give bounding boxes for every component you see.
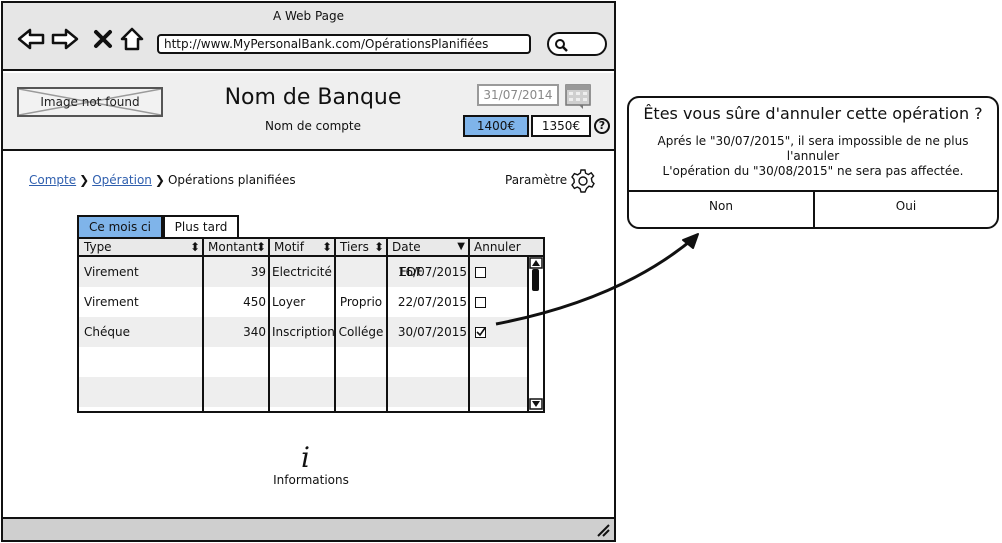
search-icon	[555, 39, 568, 52]
sort-icon: ⬍	[321, 240, 332, 254]
confirm-cancel-dialog: Êtes vous sûre d'annuler cette opération…	[627, 96, 999, 229]
column-header-annuler: Annuler	[469, 239, 543, 257]
cell-type: Virement	[84, 265, 139, 279]
dialog-message-line: Aprés le "30/07/2015", il sera impossibl…	[657, 134, 969, 148]
column-divider	[202, 239, 204, 411]
sort-descending-icon: ▼	[457, 241, 465, 252]
bank-name: Nom de Banque	[224, 85, 402, 110]
sort-icon: ⬍	[255, 240, 266, 254]
bank-header: Image not found Nom de Banque Nom de com…	[3, 73, 614, 151]
tab-ce-mois-ci[interactable]: Ce mois ci	[77, 215, 163, 237]
column-header-label: Date	[392, 240, 421, 254]
column-divider	[468, 239, 470, 411]
settings-label[interactable]: Paramètre	[505, 173, 567, 187]
cancel-checkbox-checked[interactable]	[475, 327, 486, 338]
date-field[interactable]: 31/07/2014	[477, 84, 559, 106]
sort-icon: ⬍	[373, 240, 384, 254]
cell-motif: Electricité	[272, 265, 332, 279]
back-arrow-icon[interactable]	[17, 25, 45, 53]
sort-icon: ⬍	[189, 240, 200, 254]
cancel-checkbox[interactable]	[475, 267, 486, 278]
stop-x-icon[interactable]	[89, 25, 117, 53]
forward-arrow-icon[interactable]	[51, 25, 79, 53]
breadcrumb-current: Opérations planifiées	[167, 173, 296, 187]
column-header-date[interactable]: Date ▼	[387, 239, 469, 257]
cancel-checkbox[interactable]	[475, 297, 486, 308]
browser-search-field[interactable]	[547, 32, 607, 56]
table-row	[79, 377, 527, 407]
cell-motif: Inscription	[272, 325, 334, 339]
info-icon[interactable]: i	[301, 443, 310, 473]
calendar-icon[interactable]	[565, 82, 591, 113]
breadcrumb-link-compte[interactable]: Compte	[29, 173, 76, 187]
checkmark-icon	[476, 327, 486, 337]
image-placeholder-text: Image not found	[40, 95, 140, 109]
breadcrumb-separator-icon: ❯	[154, 173, 165, 187]
column-header-label: Type	[84, 240, 112, 254]
balance-primary-button[interactable]: 1400€	[463, 115, 529, 137]
cell-tiers: Collége	[338, 325, 384, 339]
cell-date: 30/07/2015	[397, 325, 467, 339]
tab-plus-tard[interactable]: Plus tard	[163, 215, 239, 237]
column-header-motif[interactable]: Motif ⬍	[269, 239, 335, 257]
cell-montant: 340	[243, 325, 266, 339]
dialog-message-line: L'opération du "30/08/2015" ne sera pas …	[662, 164, 964, 178]
breadcrumb-separator-icon: ❯	[79, 173, 90, 187]
dialog-yes-button[interactable]: Oui	[815, 192, 997, 227]
cell-type: Chéque	[84, 325, 130, 339]
cell-tiers: Proprio	[339, 295, 383, 309]
breadcrumb-link-operation[interactable]: Opération	[92, 173, 152, 187]
resize-handle-icon[interactable]	[594, 521, 610, 537]
column-header-label: Tiers	[340, 240, 369, 254]
table-row	[79, 347, 527, 377]
info-label: Informations	[273, 473, 349, 487]
dialog-no-button[interactable]: Non	[629, 192, 813, 227]
home-icon[interactable]	[118, 25, 146, 53]
column-header-label: Montant	[208, 240, 258, 254]
column-divider	[386, 239, 388, 411]
cell-date: 16/07/2015	[397, 265, 467, 279]
column-header-label: Motif	[274, 240, 304, 254]
column-divider	[334, 239, 336, 411]
status-bar	[3, 517, 614, 540]
cell-montant: 39	[250, 265, 266, 279]
dialog-message: Aprés le "30/07/2015", il sera impossibl…	[649, 134, 977, 179]
cell-type: Virement	[84, 295, 139, 309]
cell-date: 22/07/2015	[397, 295, 467, 309]
cell-motif: Loyer	[272, 295, 306, 309]
dialog-title: Êtes vous sûre d'annuler cette opération…	[643, 104, 983, 123]
window-title: A Web Page	[272, 9, 345, 23]
help-icon[interactable]: ?	[594, 118, 610, 134]
dialog-message-line: l'annuler	[786, 149, 840, 163]
breadcrumb: Compte ❯ Opération ❯ Opérations planifiées	[29, 173, 296, 187]
table-scrollbar[interactable]	[527, 257, 543, 411]
account-name: Nom de compte	[265, 119, 361, 133]
balance-secondary-button[interactable]: 1350€	[531, 115, 591, 137]
column-divider	[268, 239, 270, 411]
url-input[interactable]: http://www.MyPersonalBank.com/Opérations…	[157, 34, 531, 54]
browser-window: A Web Page http://www.MyPersonalBank.com…	[1, 1, 616, 542]
browser-titlebar: A Web Page http://www.MyPersonalBank.com…	[3, 3, 614, 71]
cell-montant: 450	[243, 295, 266, 309]
logo-image-placeholder: Image not found	[17, 87, 163, 117]
gear-icon[interactable]	[571, 169, 595, 196]
column-header-type[interactable]: Type ⬍	[79, 239, 203, 257]
column-header-tiers[interactable]: Tiers ⬍	[335, 239, 387, 257]
column-header-label: Annuler	[474, 240, 521, 254]
operations-table: Type ⬍ Montant ⬍ Motif ⬍ Tiers ⬍ Date ▼ Annul…	[77, 237, 545, 413]
column-header-montant[interactable]: Montant ⬍	[203, 239, 269, 257]
